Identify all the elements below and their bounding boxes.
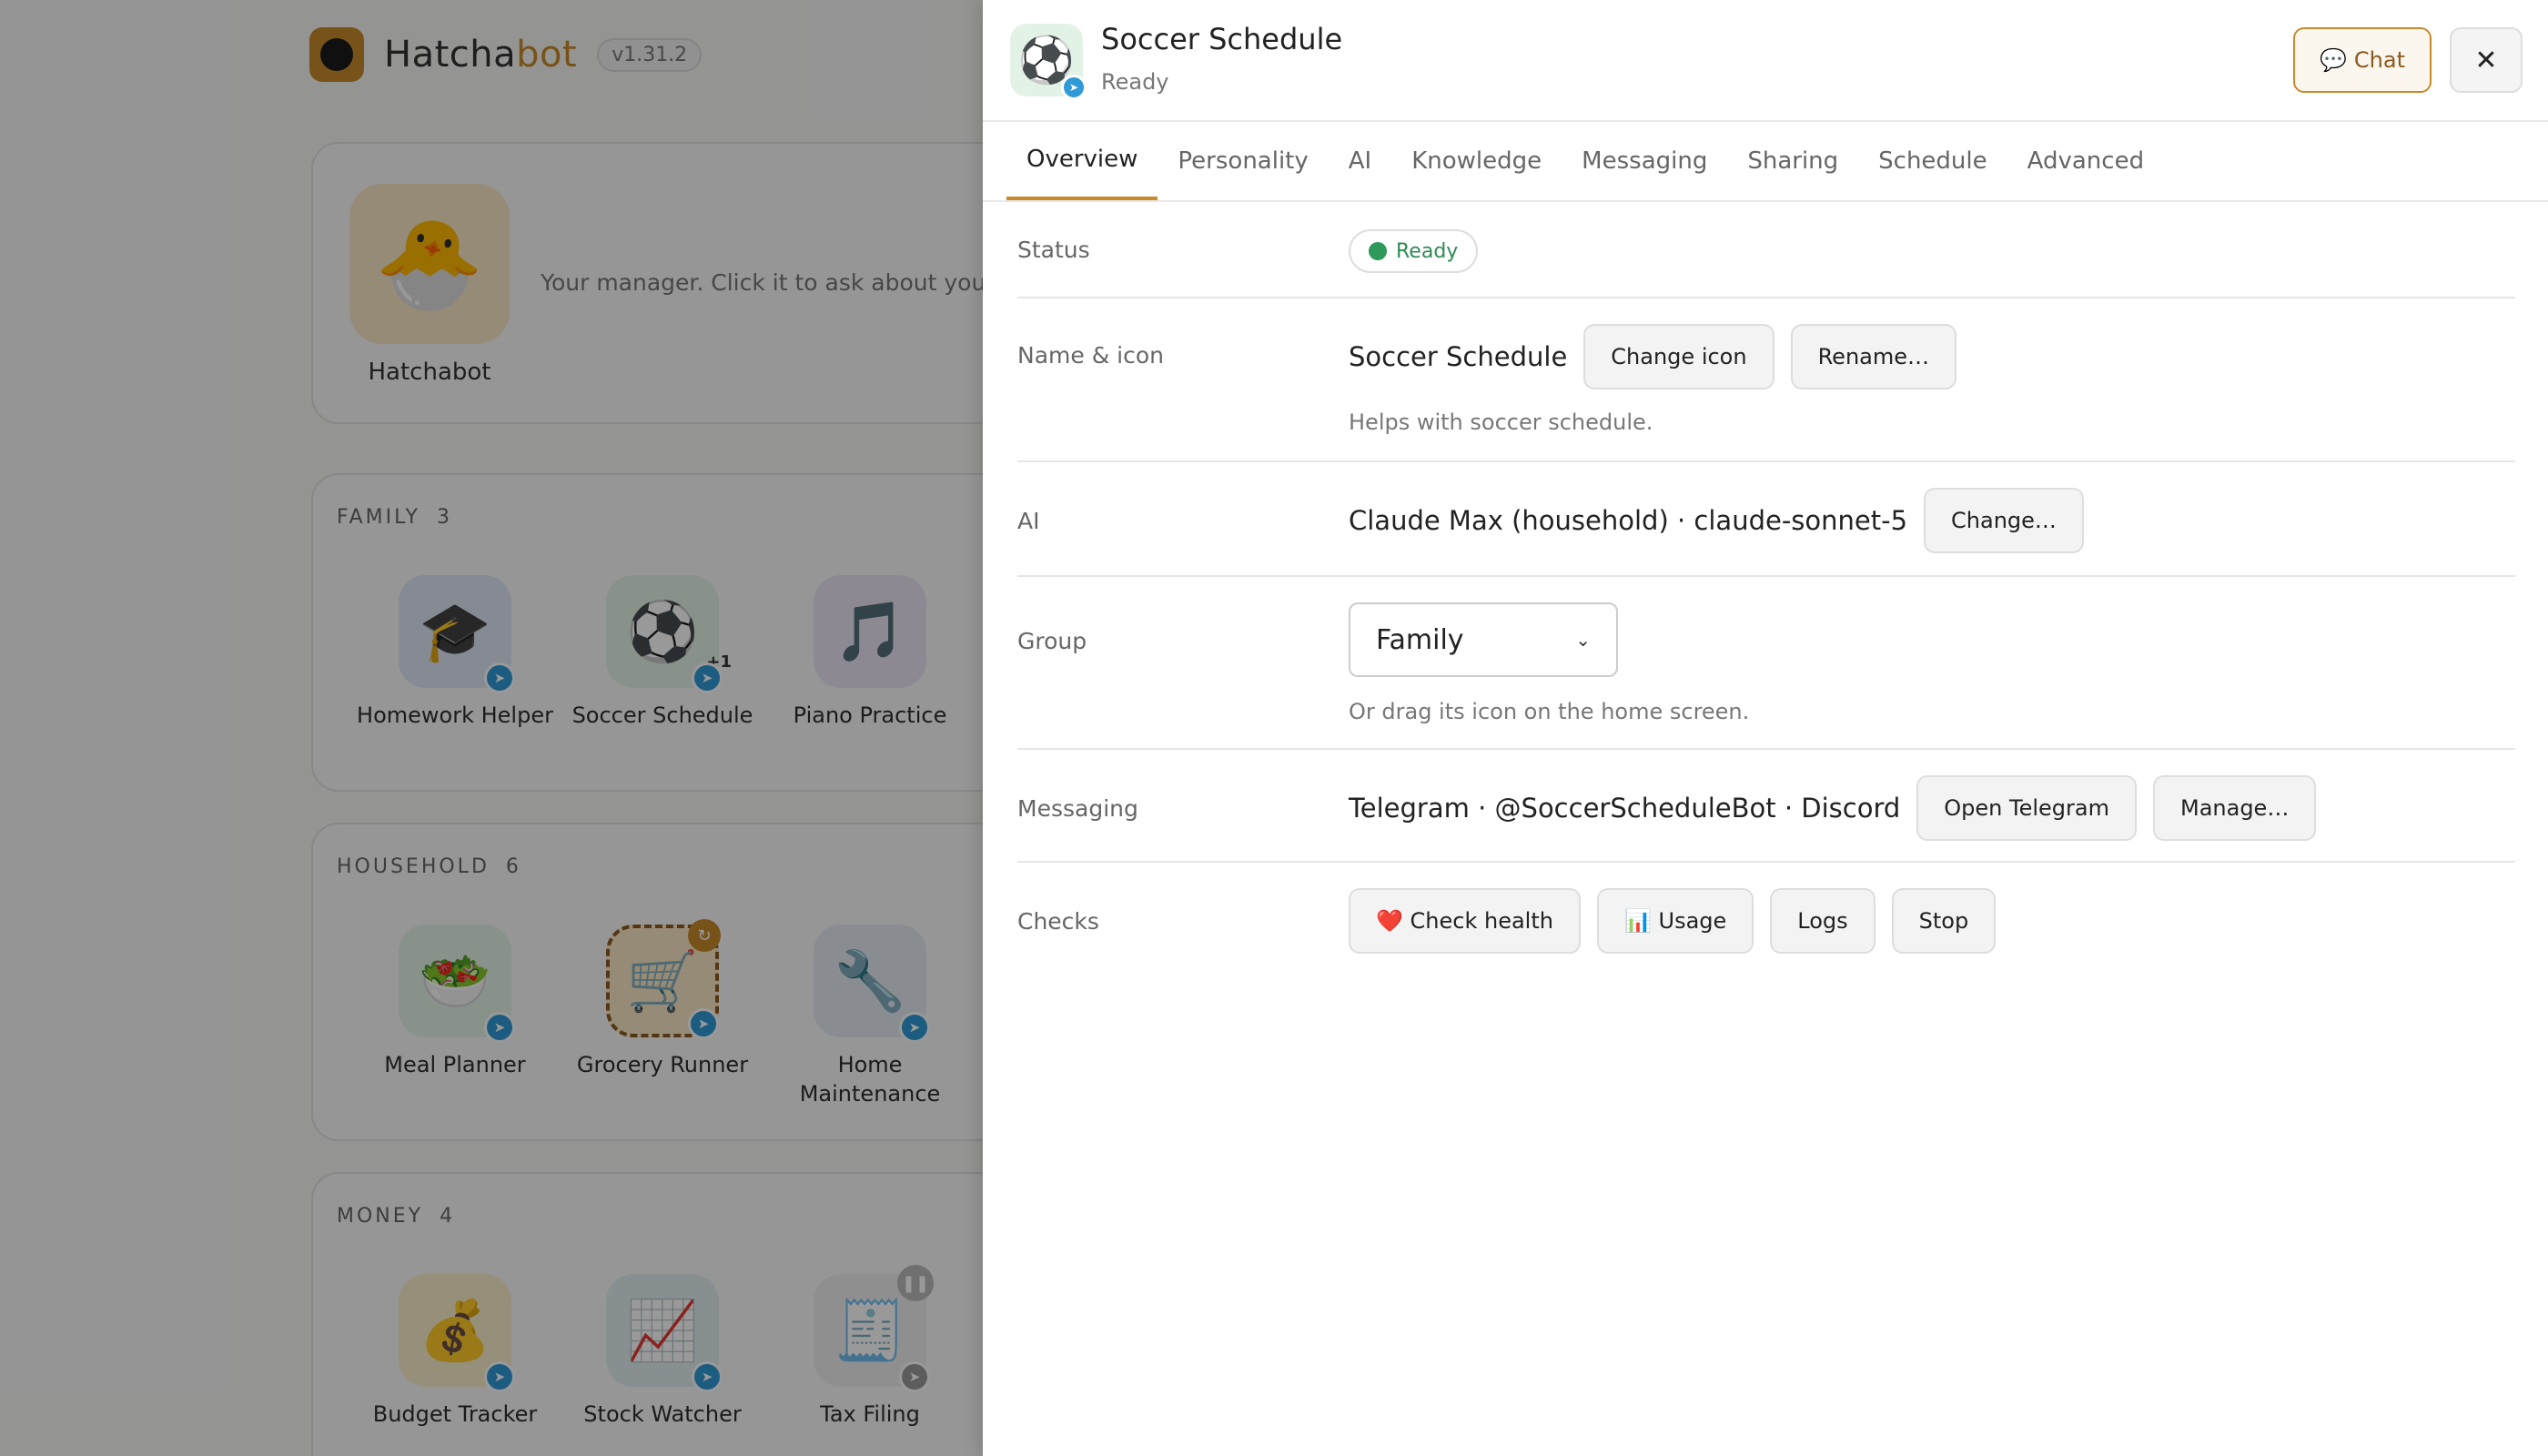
status-badge: Ready [1349,229,1479,273]
row-label: Name & icon [1017,342,1164,369]
change-ai-button[interactable]: Change… [1924,488,2084,553]
tab-schedule[interactable]: Schedule [1858,122,2007,200]
ai-model-value: Claude Max (household) · claude-sonnet-5 [1349,505,1908,536]
speech-bubble-icon: 💬 [2320,47,2347,73]
tab-advanced[interactable]: Advanced [2007,122,2164,200]
group-hint: Or drag its icon on the home screen. [1349,699,1750,724]
logs-button[interactable]: Logs [1770,888,1876,954]
agent-settings-drawer: ⚽ ➤ Soccer Schedule Ready 💬 Chat ✕ Overvie… [983,0,2548,1456]
drawer-header: ⚽ ➤ Soccer Schedule Ready 💬 Chat ✕ [983,0,2548,122]
row-ai: AI Claude Max (household) · claude-sonne… [1017,462,2515,577]
usage-button[interactable]: 📊 Usage [1596,888,1754,954]
heart-icon: ❤️ [1376,908,1403,934]
tab-personality[interactable]: Personality [1158,122,1328,200]
row-label: Messaging [1017,795,1138,822]
status-dot-icon [1369,242,1387,260]
tab-messaging[interactable]: Messaging [1562,122,1727,200]
open-telegram-button[interactable]: Open Telegram [1916,775,2137,841]
row-label: Checks [1017,908,1099,935]
row-status: Status Ready [1017,202,2515,298]
manage-messaging-button[interactable]: Manage… [2152,775,2317,841]
drawer-title: Soccer Schedule [1101,22,1343,56]
agent-name-value: Soccer Schedule [1349,341,1568,372]
row-checks: Checks ❤️ Check health 📊 Usage Logs Stop [1017,863,2515,977]
close-icon: ✕ [2474,44,2498,76]
row-label: Group [1017,628,1087,654]
bar-chart-icon: 📊 [1623,908,1652,934]
tab-bar: Overview Personality AI Knowledge Messag… [1006,122,2164,202]
stop-button[interactable]: Stop [1891,888,1997,954]
messaging-value: Telegram · @SoccerScheduleBot · Discord [1349,793,1901,824]
row-name-icon: Name & icon Soccer Schedule Change icon … [1017,298,2515,462]
row-messaging: Messaging Telegram · @SoccerScheduleBot … [1017,750,2515,863]
chat-button[interactable]: 💬 Chat [2293,27,2432,93]
row-label: Status [1017,237,1090,263]
agent-description: Helps with soccer schedule. [1349,410,1653,435]
overview-panel: Status Ready Name & icon Soccer Schedule… [1017,202,2515,977]
row-group: Group Family ⌄ Or drag its icon on the ho… [1017,577,2515,750]
close-button[interactable]: ✕ [2450,27,2523,93]
tab-knowledge[interactable]: Knowledge [1391,122,1562,200]
row-label: AI [1017,508,1040,534]
telegram-icon: ➤ [1061,75,1087,100]
group-select[interactable]: Family ⌄ [1349,602,1618,677]
tab-sharing[interactable]: Sharing [1727,122,1858,200]
change-icon-button[interactable]: Change icon [1583,324,1774,389]
modal-backdrop[interactable] [0,0,983,1456]
chevron-down-icon: ⌄ [1575,629,1591,651]
check-health-button[interactable]: ❤️ Check health [1349,888,1581,954]
tab-ai[interactable]: AI [1329,122,1391,200]
tab-overview[interactable]: Overview [1006,122,1158,200]
rename-button[interactable]: Rename… [1790,324,1957,389]
soccer-ball-icon: ⚽ ➤ [1010,24,1087,100]
drawer-status: Ready [1101,69,1169,95]
